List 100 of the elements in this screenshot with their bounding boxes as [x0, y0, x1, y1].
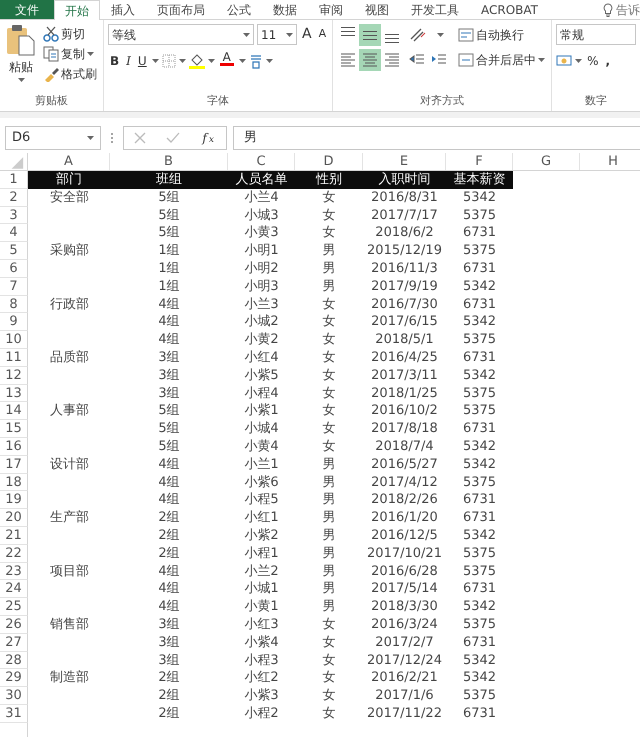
row-header[interactable]: 31 [0, 704, 28, 723]
italic-button[interactable]: I [124, 51, 133, 71]
row-header[interactable]: 28 [0, 652, 28, 670]
format-painter-button[interactable]: 格式刷 [41, 64, 99, 84]
row-header[interactable]: 1 [0, 171, 28, 189]
formula-field[interactable]: 男 [233, 126, 640, 150]
column-header[interactable]: A [28, 153, 110, 170]
align-bottom-icon [385, 34, 400, 43]
row-header[interactable]: 8 [0, 296, 28, 314]
table-cell-text: 5342 [462, 456, 498, 474]
header-cell: 部门 [28, 171, 110, 189]
row-header[interactable]: 18 [0, 474, 28, 492]
row-header[interactable]: 5 [0, 242, 28, 260]
row-header[interactable]: 7 [0, 278, 28, 296]
row-header[interactable]: 29 [0, 669, 28, 688]
table-cell-text: 4组 [157, 580, 181, 598]
table-cell-text: 女 [322, 366, 336, 385]
table-cell-text: 2016/8/31 [370, 188, 439, 207]
row-header[interactable]: 24 [0, 580, 28, 598]
row-header[interactable]: 26 [0, 616, 28, 634]
row-header[interactable]: 19 [0, 491, 28, 510]
row-header[interactable]: 15 [0, 420, 28, 438]
table-cell-text: 小程5 [243, 491, 280, 510]
align-center-icon [361, 51, 380, 69]
ribbon-tab[interactable]: 数据 [262, 0, 308, 19]
row-header[interactable]: 20 [0, 509, 28, 527]
table-cell-text: 2组 [157, 544, 181, 563]
bold-button[interactable]: B [108, 51, 122, 71]
file-tab[interactable]: 文件 [0, 0, 54, 19]
row-header[interactable]: 6 [0, 260, 28, 278]
column-header[interactable]: H [580, 153, 640, 170]
align-center-button[interactable] [359, 49, 382, 71]
table-cell-text: 男 [322, 544, 336, 563]
group-label: 字体 [206, 94, 230, 109]
cut-button[interactable]: 剪切 [41, 24, 99, 44]
row-header[interactable]: 25 [0, 598, 28, 616]
column-header[interactable]: F [446, 153, 513, 170]
header-cell: 基本薪资 [446, 171, 513, 189]
table-cell-text: 6731 [462, 260, 498, 278]
ribbon-tab[interactable]: 插入 [100, 0, 146, 19]
name-box[interactable]: D6 [5, 126, 101, 150]
font-color-button[interactable]: A [218, 51, 236, 71]
grow-font-button[interactable]: A [300, 24, 314, 44]
font-name-field[interactable]: 等线 [108, 24, 254, 45]
comma-button[interactable]: , [604, 51, 612, 71]
row-header[interactable]: 14 [0, 402, 28, 420]
row-header[interactable]: 16 [0, 438, 28, 456]
table-cell-text: 6731 [462, 704, 498, 723]
ribbon-tab[interactable]: ACROBAT [470, 0, 549, 19]
row-header[interactable]: 2 [0, 188, 28, 207]
paste-button[interactable]: 粘贴 [4, 24, 38, 86]
row-header[interactable]: 21 [0, 526, 28, 545]
ribbon-tab[interactable]: 页面布局 [146, 0, 216, 19]
column-header[interactable]: B [110, 153, 228, 170]
percent-button[interactable]: % [585, 51, 601, 71]
row-header[interactable]: 17 [0, 456, 28, 474]
ribbon-tab[interactable]: 公式 [216, 0, 262, 19]
table-cell-text: 安全部 [49, 188, 90, 207]
table-cell-text: 3组 [157, 366, 181, 385]
row-header[interactable]: 23 [0, 562, 28, 580]
table-cell-text: 4组 [157, 331, 181, 349]
ribbon-tab[interactable]: 开始 [54, 0, 100, 20]
table-cell-text: 2018/1/25 [370, 384, 439, 402]
row-header[interactable]: 3 [0, 206, 28, 224]
row-header[interactable]: 12 [0, 366, 28, 385]
row-header[interactable]: 4 [0, 224, 28, 242]
table-cell-text: 2018/6/2 [374, 224, 435, 242]
ribbon-tab[interactable]: 开发工具 [400, 0, 470, 19]
column-header[interactable]: C [228, 153, 295, 170]
shrink-font-button[interactable]: A [316, 24, 328, 44]
tell-me-text[interactable]: 告诉 [616, 0, 640, 18]
align-middle-button[interactable] [359, 24, 382, 46]
ribbon-tab[interactable]: 审阅 [308, 0, 354, 19]
table-cell-text: 5组 [157, 420, 181, 438]
wrap-text-button[interactable]: 自动换行 [456, 25, 526, 45]
row-header[interactable]: 27 [0, 634, 28, 652]
row-header[interactable]: 10 [0, 331, 28, 349]
column-header[interactable]: G [513, 153, 580, 170]
table-cell-text: 3组 [157, 634, 181, 652]
column-header[interactable]: E [363, 153, 446, 170]
row-header[interactable]: 11 [0, 348, 28, 367]
header-cell: 入职时间 [363, 171, 446, 189]
number-format-field[interactable]: 常规 [556, 24, 636, 45]
table-cell-text: 男 [322, 456, 336, 474]
table-cell-text: 男 [322, 526, 336, 545]
underline-button[interactable]: U [136, 51, 149, 71]
table-cell-text: 男 [322, 278, 336, 296]
row-header[interactable]: 30 [0, 687, 28, 705]
column-header[interactable]: D [295, 153, 363, 170]
caret-icon [18, 78, 24, 82]
ribbon-tab[interactable]: 视图 [354, 0, 400, 19]
row-header[interactable]: 13 [0, 384, 28, 402]
table-cell-text: 小明1 [243, 242, 280, 260]
table-cell-text: 设计部 [49, 456, 90, 474]
row-header[interactable]: 22 [0, 544, 28, 563]
font-size-field[interactable]: 11 [257, 24, 297, 45]
copy-button[interactable]: 复制 [41, 44, 99, 64]
insert-function-button[interactable]: f$_{x}$ [200, 128, 216, 148]
row-header[interactable]: 9 [0, 313, 28, 332]
merge-center-button[interactable]: 合并后居中 [456, 50, 548, 70]
